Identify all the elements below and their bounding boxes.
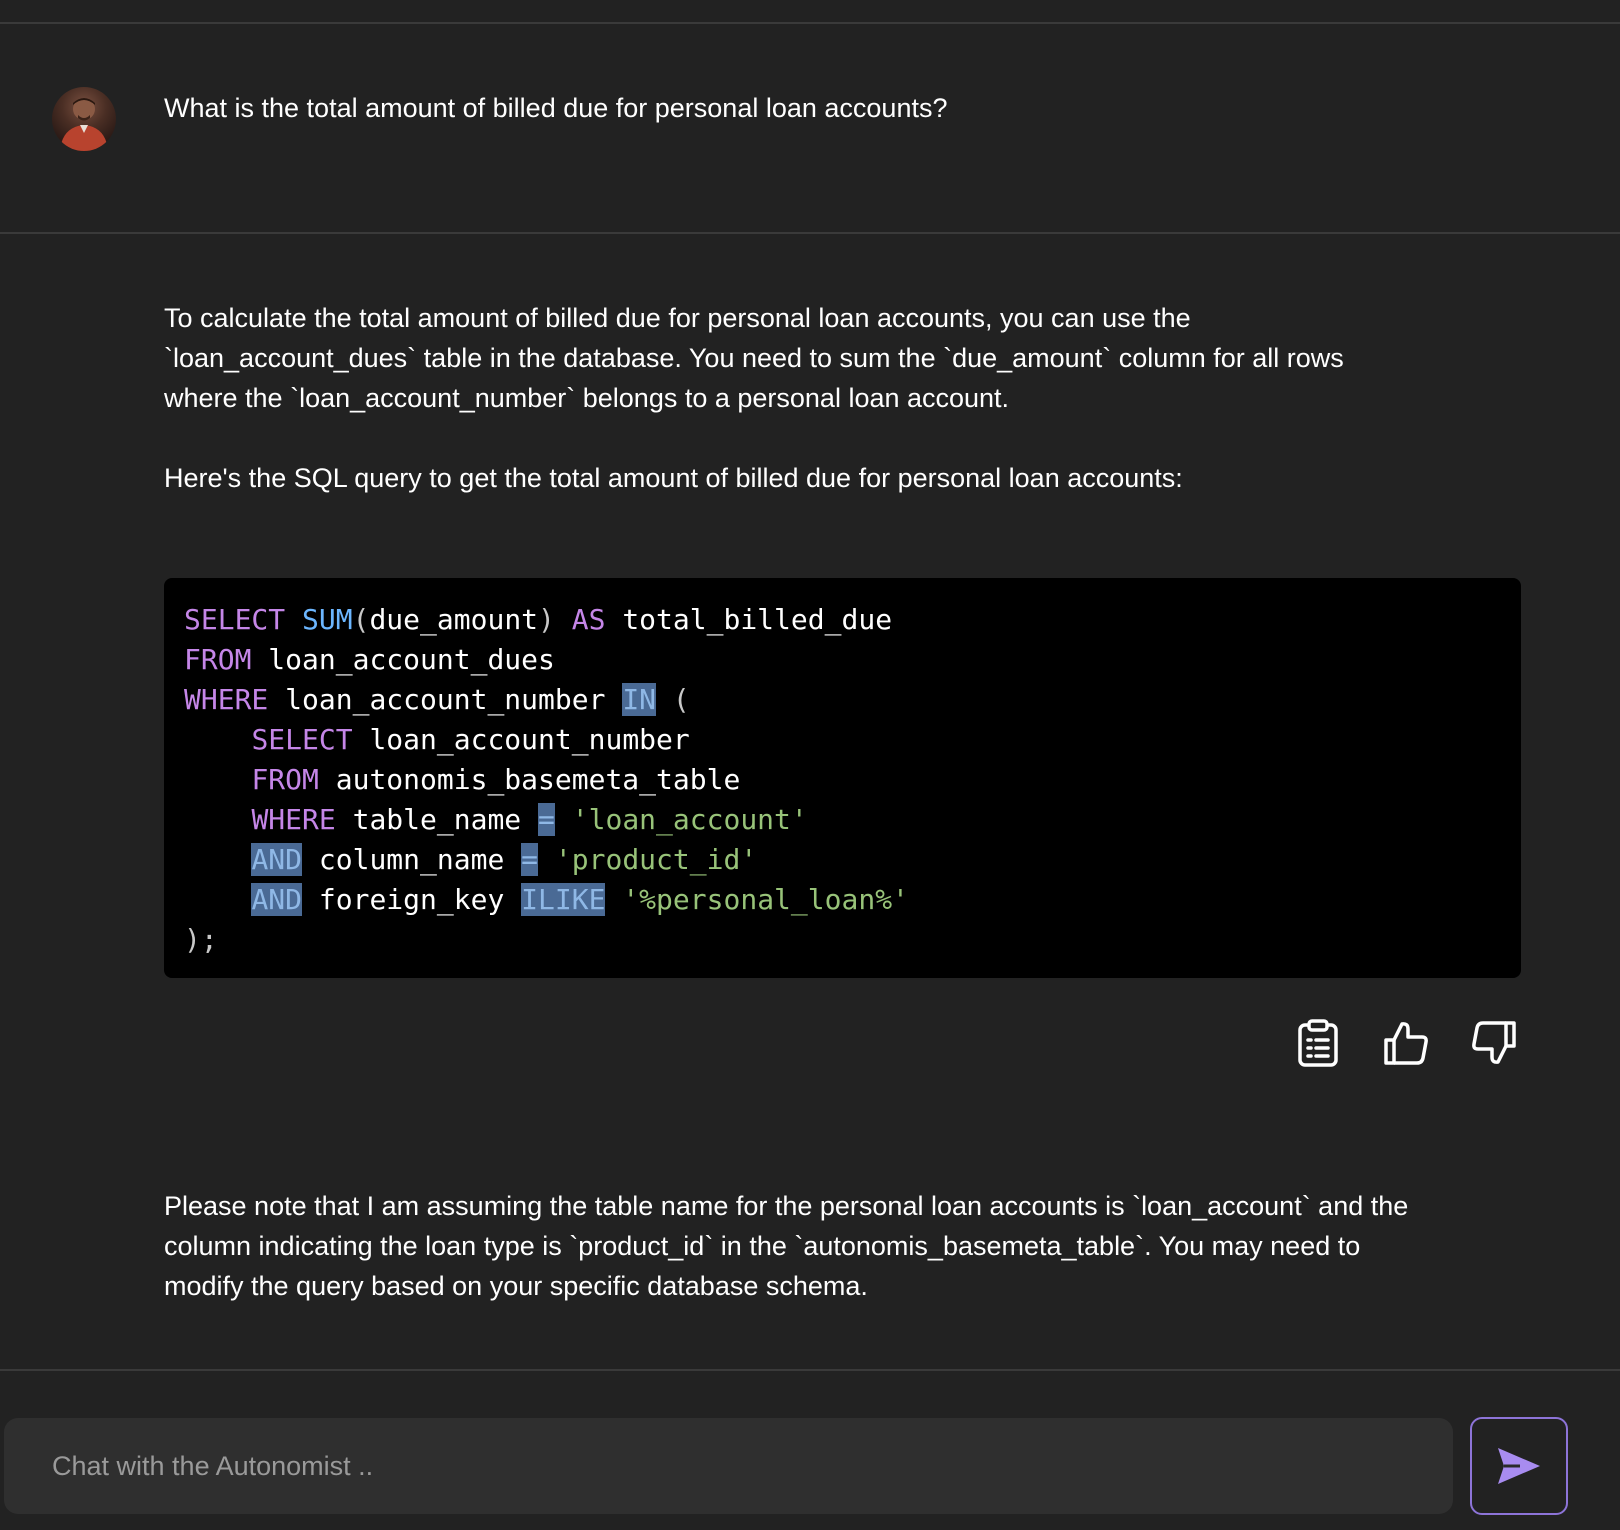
code-line: WHERE loan_account_number IN ( bbox=[184, 683, 690, 716]
clipboard-icon bbox=[1298, 1019, 1338, 1067]
answer-line: Please note that I am assuming the table… bbox=[164, 1191, 1409, 1221]
code-line: ); bbox=[184, 923, 218, 956]
chat-input-container bbox=[4, 1418, 1453, 1514]
code-line: FROM loan_account_dues bbox=[184, 643, 555, 676]
message-divider bbox=[0, 232, 1620, 234]
code-token: SELECT bbox=[184, 603, 286, 636]
user-avatar bbox=[52, 87, 116, 151]
code-line: SELECT loan_account_number bbox=[251, 723, 690, 756]
code-line: AND column_name = 'product_id' bbox=[251, 843, 758, 876]
message-actions bbox=[1290, 1015, 1530, 1071]
code-line: WHERE table_name = 'loan_account' bbox=[251, 803, 808, 836]
code-line: SELECT SUM(due_amount) AS total_billed_d… bbox=[184, 603, 893, 636]
user-message-row: What is the total amount of billed due f… bbox=[0, 24, 1620, 232]
answer-line: column indicating the loan type is `prod… bbox=[164, 1231, 1361, 1261]
code-token: SUM bbox=[302, 603, 353, 636]
sql-code-block[interactable]: SELECT SUM(due_amount) AS total_billed_d… bbox=[164, 578, 1521, 978]
like-button[interactable] bbox=[1378, 1015, 1434, 1071]
code-line: FROM autonomis_basemeta_table bbox=[251, 763, 741, 796]
chat-page: What is the total amount of billed due f… bbox=[0, 0, 1620, 1530]
answer-line: modify the query based on your specific … bbox=[164, 1271, 868, 1301]
composer-divider bbox=[0, 1369, 1620, 1371]
copy-button[interactable] bbox=[1290, 1015, 1346, 1071]
user-message-text: What is the total amount of billed due f… bbox=[164, 93, 948, 123]
answer-paragraph-note: Please note that I am assuming the table… bbox=[164, 1186, 1524, 1306]
chat-input[interactable] bbox=[4, 1418, 1453, 1514]
thumbs-down-icon bbox=[1472, 1021, 1516, 1064]
answer-paragraph-intro: To calculate the total amount of billed … bbox=[164, 298, 1524, 418]
answer-line: To calculate the total amount of billed … bbox=[164, 303, 1191, 333]
answer-paragraph-query-intro: Here's the SQL query to get the total am… bbox=[164, 458, 1524, 498]
thumbs-up-icon bbox=[1384, 1022, 1428, 1065]
answer-line: Here's the SQL query to get the total am… bbox=[164, 463, 1183, 493]
send-icon bbox=[1498, 1448, 1540, 1484]
send-button[interactable] bbox=[1470, 1417, 1568, 1515]
answer-line: `loan_account_dues` table in the databas… bbox=[164, 343, 1344, 373]
dislike-button[interactable] bbox=[1466, 1015, 1522, 1071]
code-line: AND foreign_key ILIKE '%personal_loan%' bbox=[251, 883, 909, 916]
answer-line: where the `loan_account_number` belongs … bbox=[164, 383, 1010, 413]
